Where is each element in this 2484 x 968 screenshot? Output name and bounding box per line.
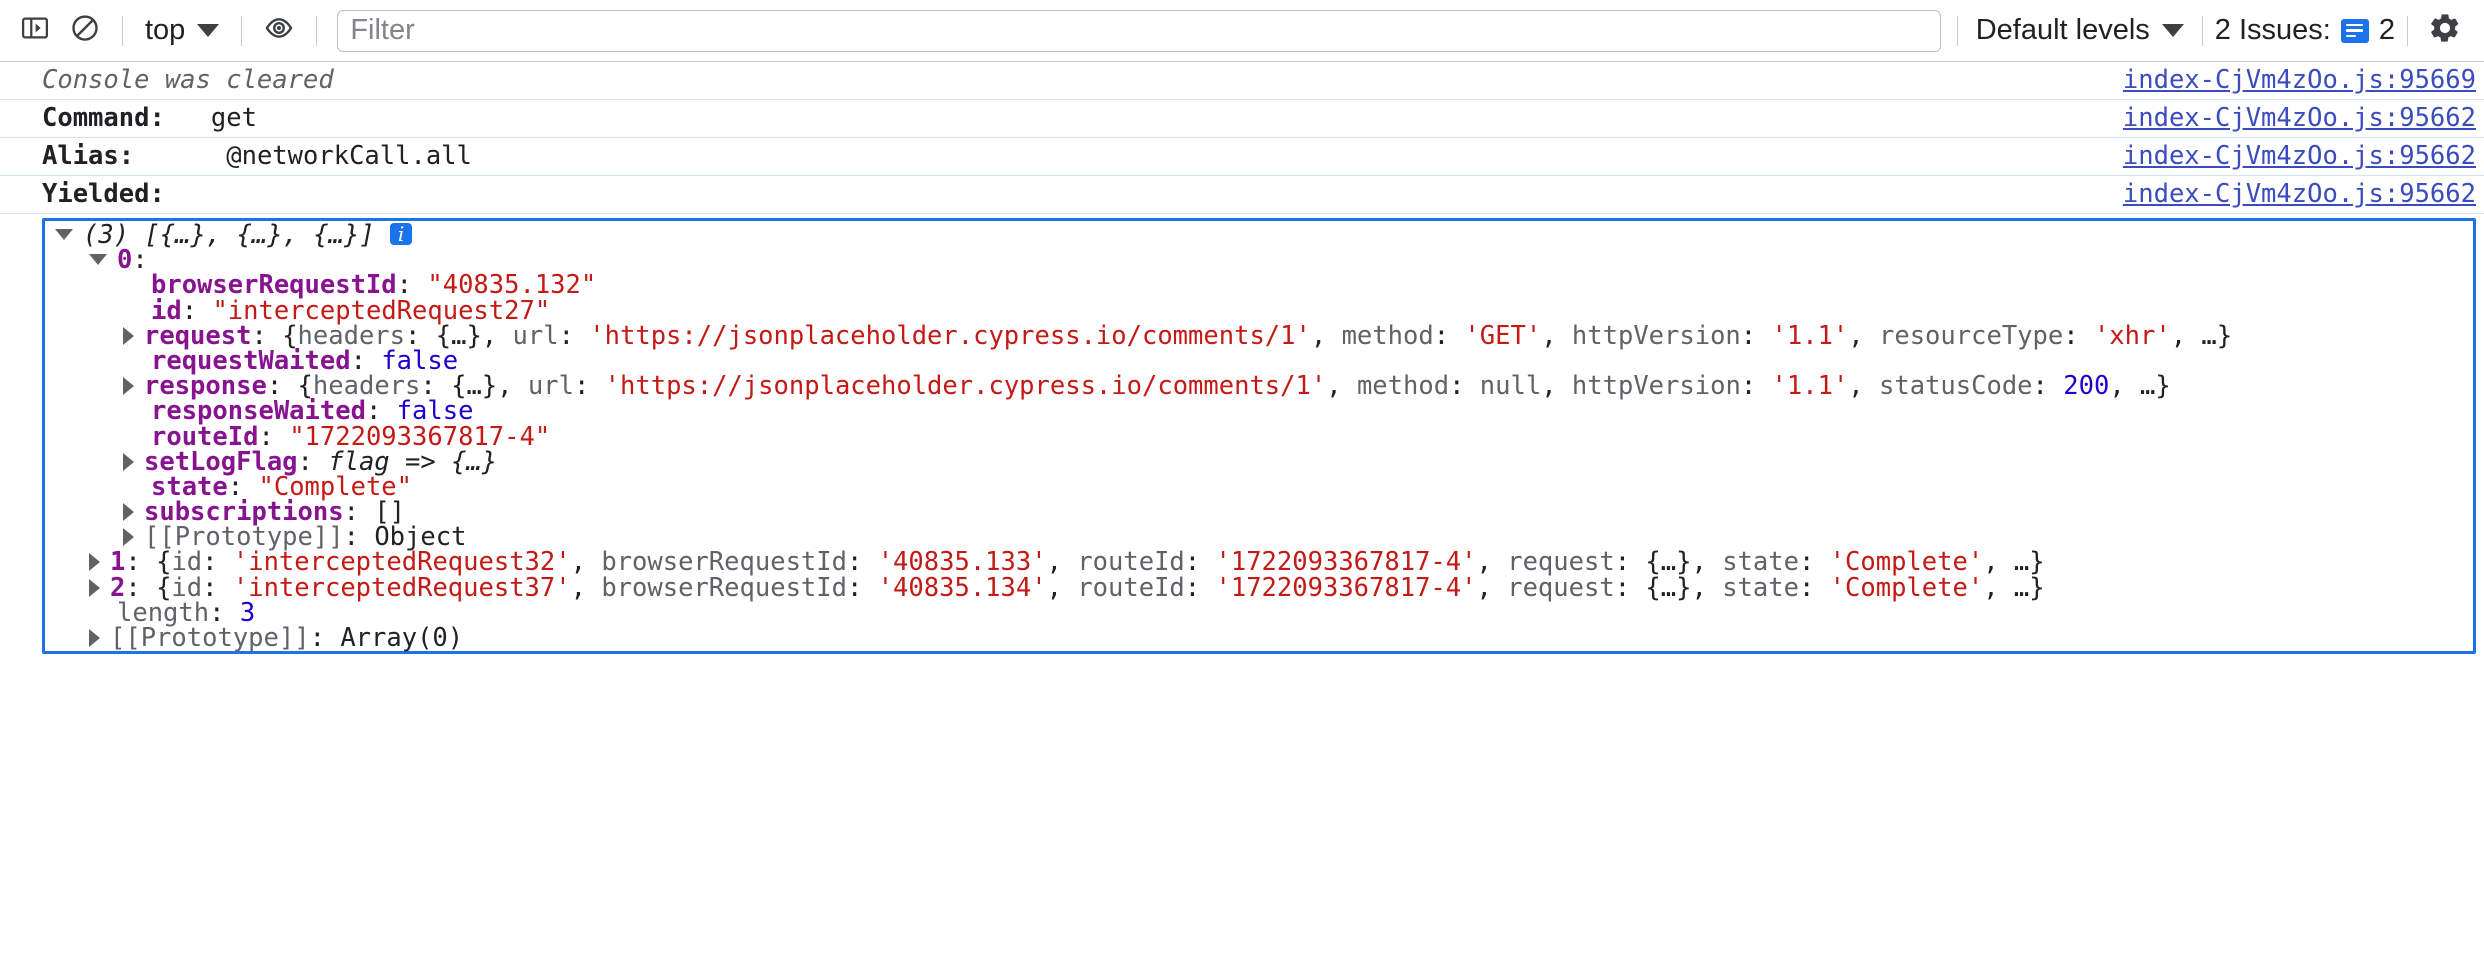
yielded-label: Yielded:: [42, 179, 165, 209]
info-badge-icon[interactable]: i: [390, 223, 413, 245]
preview-value-httpversion: '1.1': [1771, 371, 1849, 402]
disclosure-triangle-closed-icon[interactable]: [89, 629, 100, 647]
source-link[interactable]: index-CjVm4zOo.js:95662: [2123, 102, 2476, 135]
preview-key-method: method: [1356, 371, 1450, 402]
disclosure-triangle-closed-icon[interactable]: [123, 503, 134, 522]
live-expression-button[interactable]: [254, 6, 304, 56]
source-link[interactable]: index-CjVm4zOo.js:95662: [2123, 178, 2476, 211]
console-message-list: Console was cleared index-CjVm4zOo.js:95…: [0, 62, 2484, 655]
disclosure-triangle-closed-icon[interactable]: [123, 377, 134, 396]
preview-value-routeId: '1722093367817-4': [1215, 572, 1477, 603]
disclosure-triangle-closed-icon[interactable]: [123, 452, 134, 471]
issues-message-icon: [2340, 18, 2369, 43]
object-inspector: (3) [{…}, {…}, {…}] i 0: browserRequestI…: [42, 218, 2476, 655]
property-key: [[Prototype]]: [110, 623, 310, 653]
console-message-text: Yielded:: [42, 178, 165, 211]
execution-context-selector[interactable]: top: [135, 10, 229, 52]
source-link[interactable]: index-CjVm4zOo.js:95662: [2123, 140, 2476, 173]
preview-ellipsis: , …}: [1983, 572, 2045, 603]
toolbar-divider: [2407, 15, 2408, 46]
property-row-state: state: "Complete": [45, 474, 2473, 500]
array-preview: [{…}, {…}, {…}]: [129, 220, 391, 250]
preview-value-id: 'interceptedRequest37': [232, 572, 571, 603]
show-console-sidebar-icon: [20, 13, 50, 48]
preview-value-request: {…}: [1645, 572, 1692, 603]
console-message-row: Console was cleared index-CjVm4zOo.js:95…: [0, 62, 2484, 100]
chevron-down-icon: [2161, 24, 2184, 37]
clear-console-icon: [70, 13, 100, 48]
preview-key-browserRequestId: browserRequestId: [601, 572, 847, 603]
issues-label: 2 Issues:: [2214, 14, 2331, 46]
console-toolbar: top Default levels 2 Issues: 2: [0, 0, 2484, 62]
disclosure-triangle-open-icon[interactable]: [89, 254, 107, 266]
preview-key-method: method: [1341, 320, 1434, 351]
disclosure-triangle-closed-icon[interactable]: [123, 326, 134, 345]
issues-button[interactable]: 2 Issues: 2: [2215, 14, 2395, 47]
alias-label: Alias:: [42, 141, 135, 171]
console-message-row: Alias: @networkCall.all index-CjVm4zOo.j…: [0, 138, 2484, 176]
console-message-text: Command: get: [42, 102, 257, 135]
log-levels-label: Default levels: [1975, 14, 2150, 46]
clear-console-button[interactable]: [60, 6, 110, 56]
preview-value-browserRequestId: '40835.134': [877, 572, 1047, 603]
disclosure-triangle-closed-icon[interactable]: [123, 528, 134, 547]
disclosure-triangle-closed-icon[interactable]: [89, 553, 100, 572]
disclosure-triangle-open-icon[interactable]: [55, 229, 73, 240]
preview-value-method: 'GET': [1464, 320, 1542, 351]
array-item-2-row[interactable]: 2: {id: 'interceptedRequest37', browserR…: [45, 572, 2473, 603]
preview-key-resourcetype: resourceType: [1879, 320, 2064, 351]
preview-value-statuscode: 200: [2063, 371, 2110, 402]
console-message-text: Alias: @networkCall.all: [42, 140, 472, 173]
eye-icon: [263, 12, 295, 49]
log-levels-selector[interactable]: Default levels: [1970, 10, 2190, 52]
filter-input[interactable]: [337, 9, 1941, 52]
object-root-row[interactable]: (3) [{…}, {…}, {…}] i: [45, 220, 2473, 250]
issues-count: 2: [2378, 14, 2395, 46]
preview-key-httpversion: httpVersion: [1571, 320, 1741, 351]
preview-value-url: 'https://jsonplaceholder.cypress.io/comm…: [604, 371, 1327, 402]
preview-key-state: state: [1722, 572, 1799, 603]
preview-value-state: 'Complete': [1829, 572, 1984, 603]
preview-value-url: 'https://jsonplaceholder.cypress.io/comm…: [589, 320, 1311, 351]
command-label: Command:: [42, 103, 165, 133]
array-item-index: 0: [117, 245, 133, 276]
toolbar-divider: [122, 15, 123, 46]
console-message-row: Command: get index-CjVm4zOo.js:95662: [0, 100, 2484, 138]
console-cleared-text: Console was cleared: [42, 65, 334, 95]
preview-key-request: request: [1507, 572, 1615, 603]
gear-icon: [2428, 11, 2462, 50]
filter-field-wrapper: [337, 9, 1941, 52]
chevron-down-icon: [197, 24, 220, 37]
show-console-sidebar-button[interactable]: [10, 6, 60, 56]
toolbar-divider: [2201, 15, 2203, 46]
disclosure-triangle-closed-icon[interactable]: [89, 578, 100, 597]
preview-value-resourcetype: 'xhr': [2093, 320, 2171, 351]
preview-key-httpversion: httpVersion: [1571, 371, 1741, 402]
property-row-prototype-array[interactable]: [[Prototype]]: Array(0): [45, 623, 2473, 653]
preview-key-statuscode: statusCode: [1879, 371, 2033, 402]
toolbar-divider: [241, 15, 243, 46]
execution-context-label: top: [145, 14, 186, 46]
source-link[interactable]: index-CjVm4zOo.js:95669: [2123, 64, 2476, 97]
preview-key-url: url: [527, 371, 574, 402]
preview-key-routeId: routeId: [1077, 572, 1185, 603]
preview-ellipsis: , …}: [2170, 320, 2233, 351]
toolbar-divider: [316, 15, 318, 46]
console-message-row: Yielded: index-CjVm4zOo.js:95662: [0, 176, 2484, 214]
console-settings-button[interactable]: [2420, 6, 2470, 56]
console-message-text: Console was cleared: [42, 64, 334, 97]
preview-key-url: url: [512, 320, 559, 351]
command-value: get: [210, 103, 257, 133]
colon: :: [132, 245, 148, 276]
alias-value: @networkCall.all: [226, 141, 472, 171]
preview-value-httpversion: '1.1': [1771, 320, 1849, 351]
preview-value-method: null: [1479, 371, 1542, 402]
property-value: Array(0): [340, 623, 464, 653]
preview-ellipsis: , …}: [2109, 371, 2171, 402]
toolbar-divider: [1956, 15, 1958, 46]
